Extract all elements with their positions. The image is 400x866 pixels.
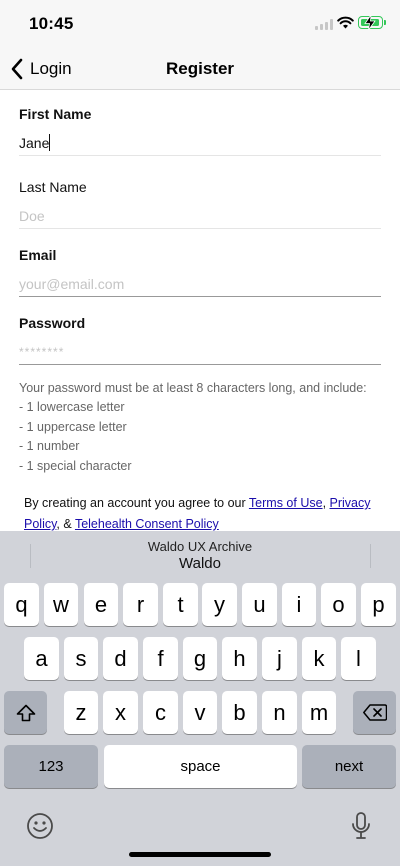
space-key[interactable]: space <box>104 745 297 788</box>
key-b[interactable]: b <box>222 691 257 734</box>
key-m[interactable]: m <box>302 691 336 734</box>
page-title: Register <box>165 59 235 78</box>
first-name-underline <box>19 155 381 156</box>
shift-icon <box>16 704 35 721</box>
legal-agreement-text: By creating an account you agree to our … <box>24 493 376 535</box>
suggestion-word[interactable]: Waldo <box>0 555 400 572</box>
key-d[interactable]: d <box>103 637 138 680</box>
key-w[interactable]: w <box>44 583 78 626</box>
key-v[interactable]: v <box>183 691 217 734</box>
last-name-field: Last Name <box>19 179 381 231</box>
email-input[interactable] <box>19 273 381 295</box>
backspace-icon <box>362 704 387 721</box>
password-rule-number: - 1 number <box>19 439 80 454</box>
cellular-signal-icon <box>315 19 333 30</box>
key-c[interactable]: c <box>143 691 178 734</box>
email-label: Email <box>19 247 57 263</box>
telehealth-consent-link[interactable]: Telehealth Consent Policy <box>75 517 219 531</box>
last-name-underline <box>19 228 381 229</box>
key-g[interactable]: g <box>183 637 217 680</box>
legal-separator: , <box>322 496 330 510</box>
last-name-input[interactable] <box>19 205 381 227</box>
navigation-bar: Login Register <box>0 48 400 90</box>
charging-bolt-icon <box>364 15 376 30</box>
key-u[interactable]: u <box>242 583 277 626</box>
microphone-icon[interactable] <box>350 811 372 841</box>
key-t[interactable]: t <box>163 583 198 626</box>
key-j[interactable]: j <box>262 637 297 680</box>
legal-separator: , & <box>56 517 75 531</box>
email-underline <box>19 296 381 297</box>
email-field: Email <box>19 247 381 299</box>
legal-prefix: By creating an account you agree to our <box>24 496 249 510</box>
key-h[interactable]: h <box>222 637 257 680</box>
next-key[interactable]: next <box>302 745 396 788</box>
password-rule-lowercase: - 1 lowercase letter <box>19 400 125 415</box>
keyboard: Waldo UX Archive Waldo q w e r t y u i o… <box>0 531 400 866</box>
key-e[interactable]: e <box>84 583 118 626</box>
emoji-icon[interactable] <box>26 812 54 840</box>
text-cursor <box>49 134 50 151</box>
key-f[interactable]: f <box>143 637 178 680</box>
key-o[interactable]: o <box>321 583 356 626</box>
terms-of-use-link[interactable]: Terms of Use <box>249 496 323 510</box>
key-l[interactable]: l <box>341 637 376 680</box>
key-a[interactable]: a <box>24 637 59 680</box>
key-y[interactable]: y <box>202 583 237 626</box>
wifi-icon <box>337 16 354 29</box>
first-name-label: First Name <box>19 106 92 122</box>
first-name-input[interactable] <box>19 132 381 154</box>
delete-key[interactable] <box>353 691 396 734</box>
status-time: 10:45 <box>29 14 74 33</box>
key-x[interactable]: x <box>103 691 138 734</box>
key-i[interactable]: i <box>282 583 316 626</box>
password-rule-special: - 1 special character <box>19 458 132 473</box>
autocomplete-bar[interactable]: Waldo UX Archive Waldo <box>0 531 400 577</box>
password-rule-uppercase: - 1 uppercase letter <box>19 419 127 434</box>
key-q[interactable]: q <box>4 583 39 626</box>
password-underline <box>19 364 381 365</box>
password-requirements: Your password must be at least 8 charact… <box>19 379 381 476</box>
password-label: Password <box>19 315 86 331</box>
key-s[interactable]: s <box>64 637 98 680</box>
shift-key[interactable] <box>4 691 47 734</box>
last-name-label: Last Name <box>19 179 87 195</box>
password-field: Password <box>19 315 381 367</box>
key-p[interactable]: p <box>361 583 396 626</box>
first-name-field: First Name <box>19 106 381 158</box>
suggestion-source: Waldo UX Archive <box>147 539 253 554</box>
status-bar: 10:45 <box>0 0 400 48</box>
password-requirements-intro: Your password must be at least 8 charact… <box>19 381 367 395</box>
key-k[interactable]: k <box>302 637 336 680</box>
password-input[interactable] <box>19 341 381 363</box>
key-z[interactable]: z <box>64 691 98 734</box>
key-r[interactable]: r <box>123 583 158 626</box>
home-indicator[interactable] <box>129 852 271 857</box>
key-n[interactable]: n <box>262 691 297 734</box>
numbers-key[interactable]: 123 <box>4 745 98 788</box>
